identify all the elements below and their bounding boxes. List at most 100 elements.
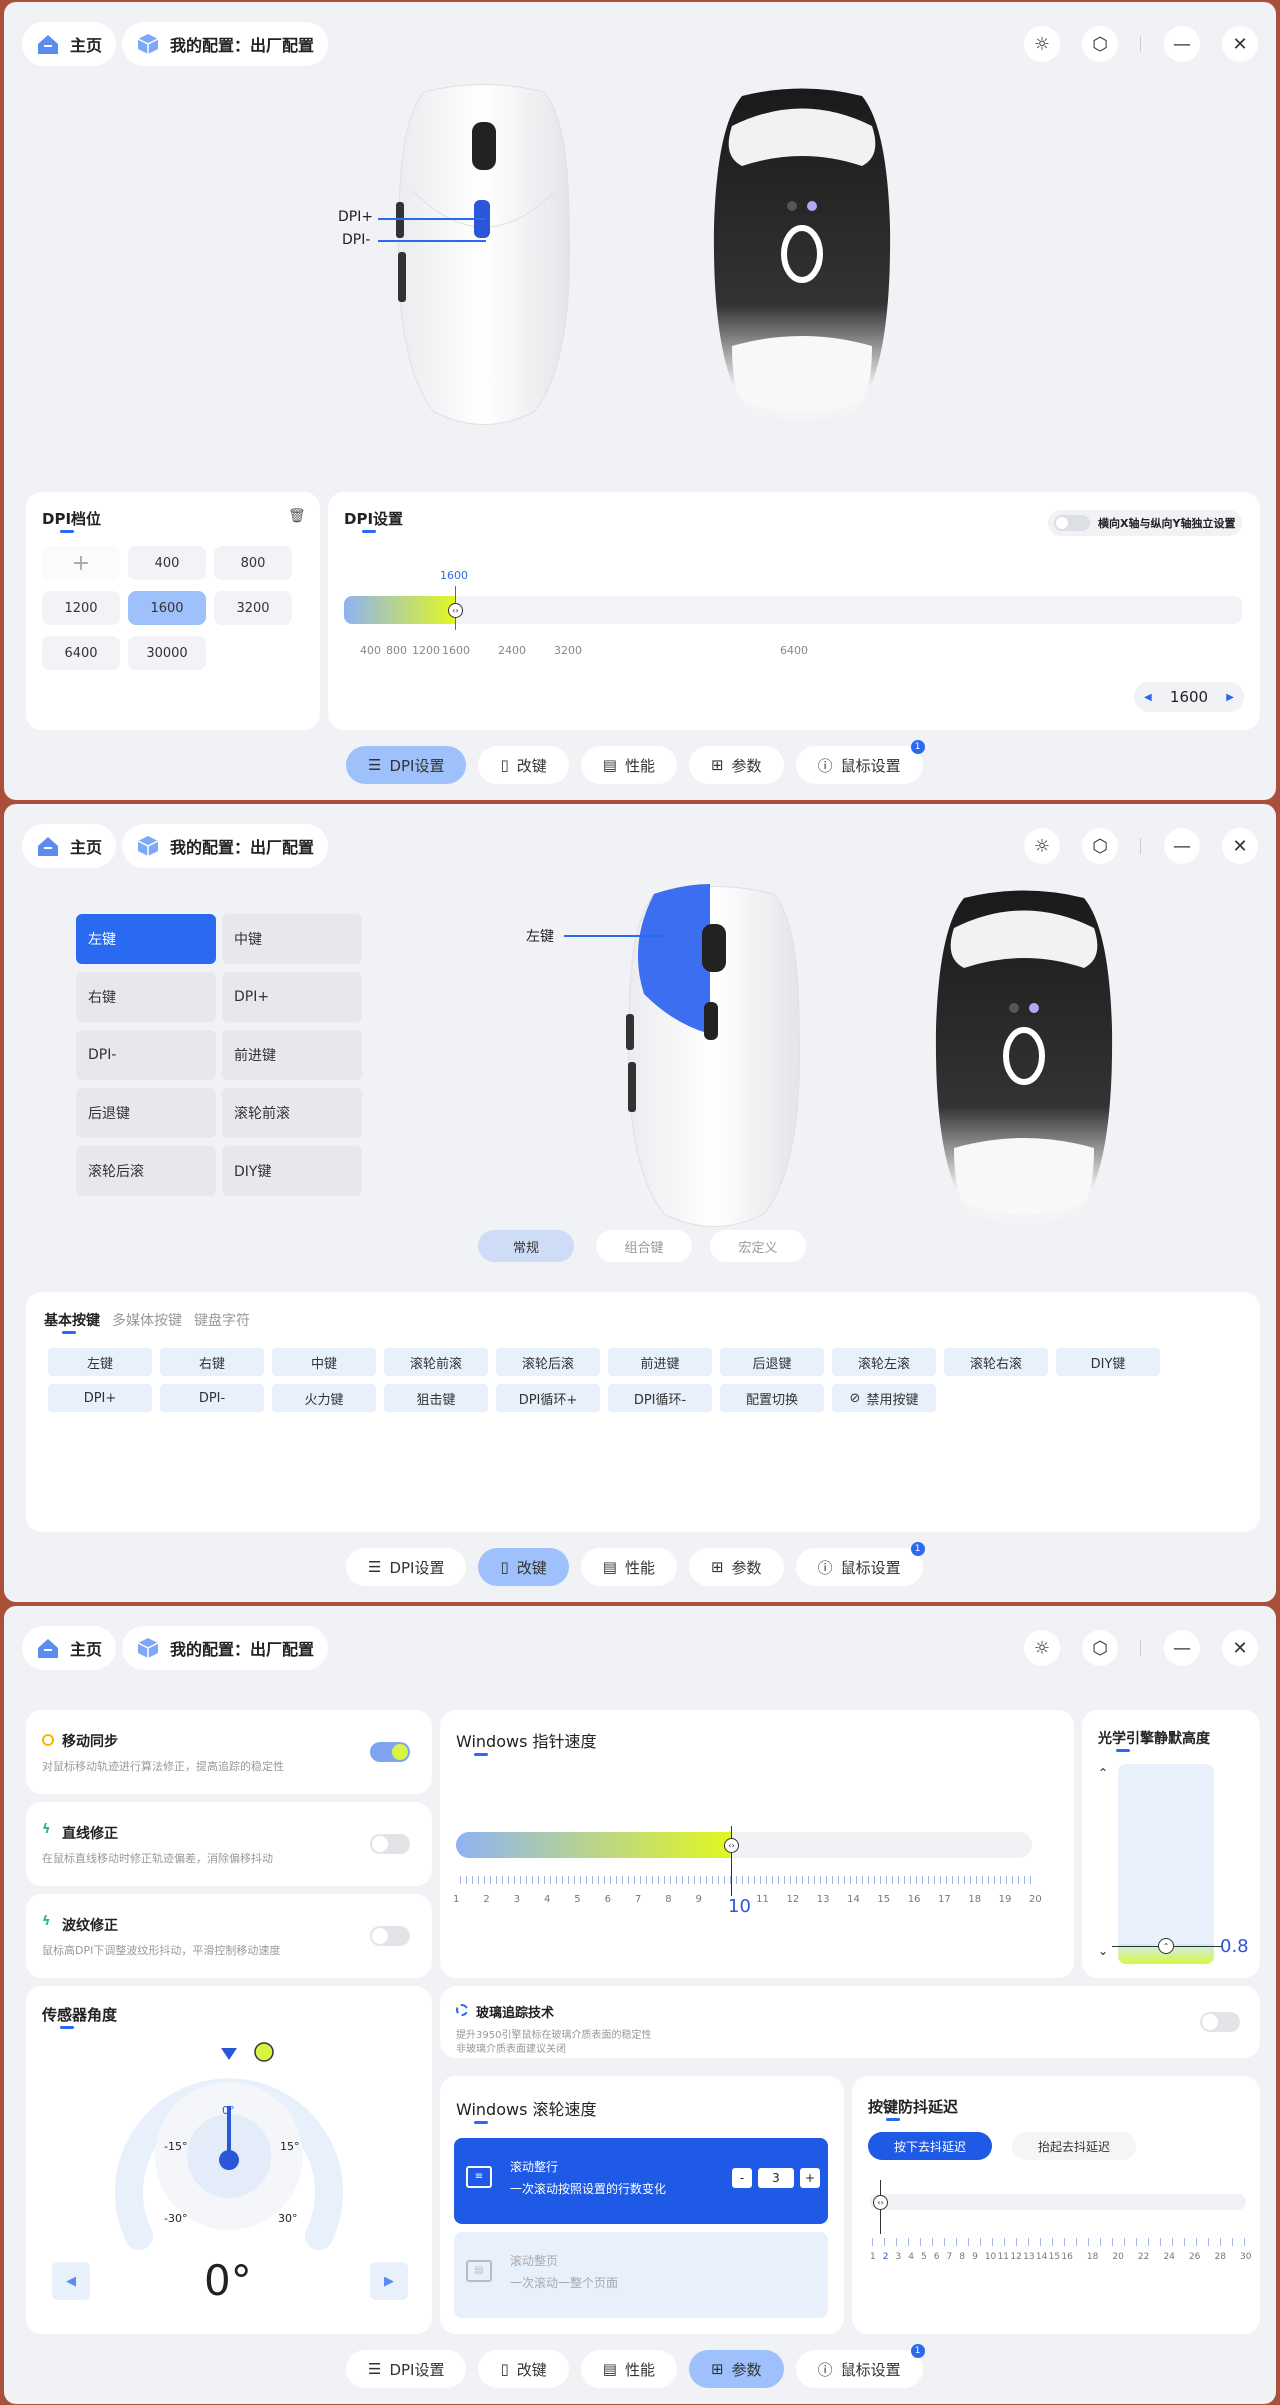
pointer-speed-handle[interactable]: ‹› <box>724 1838 739 1853</box>
nav-mouse-settings[interactable]: ⓘ 鼠标设置 1 <box>795 2344 925 2388</box>
nav-performance[interactable]: ▤ 性能 <box>580 2350 677 2388</box>
func-key[interactable]: DPI循环- <box>608 1384 712 1412</box>
nav-mouse-settings[interactable]: ⓘ 鼠标设置 1 <box>795 740 925 784</box>
key-dpi-plus[interactable]: DPI+ <box>222 972 362 1022</box>
add-dpi-button[interactable]: + <box>42 546 120 580</box>
home-button[interactable]: 主页 <box>22 1626 117 1670</box>
dpi-increase-icon[interactable]: ▶ <box>1226 692 1234 703</box>
func-key[interactable]: 滚轮后滚 <box>496 1348 600 1376</box>
func-tab-keyboard[interactable]: 键盘字符 <box>194 1310 250 1330</box>
glass-toggle[interactable] <box>1200 2012 1240 2032</box>
func-key[interactable]: 配置切换 <box>720 1384 824 1412</box>
scroll-lines-value[interactable]: 3 <box>758 2168 794 2188</box>
dpi-decrease-icon[interactable]: ◀ <box>1144 692 1152 703</box>
lod-up-icon[interactable]: ⌃ <box>1098 1766 1108 1780</box>
nav-remap[interactable]: ▯ 改键 <box>478 746 569 784</box>
home-button[interactable]: 主页 <box>22 824 117 868</box>
func-tab-basic[interactable]: 基本按键 <box>44 1310 100 1334</box>
debounce-handle[interactable]: ‹› <box>873 2195 888 2210</box>
lod-handle[interactable]: ⌃ <box>1158 1938 1174 1954</box>
angle-left-button[interactable]: ◀ <box>52 2262 90 2300</box>
debounce-release-tab[interactable]: 抬起去抖延迟 <box>1012 2132 1136 2160</box>
mode-macro[interactable]: 宏定义 <box>710 1230 806 1262</box>
func-key[interactable]: DPI- <box>160 1384 264 1412</box>
dpi-level-400[interactable]: 400 <box>128 546 206 580</box>
nav-performance[interactable]: ▤ 性能 <box>580 746 677 784</box>
lod-track[interactable] <box>1118 1764 1214 1964</box>
nav-dpi[interactable]: ☰ DPI设置 <box>346 746 467 784</box>
key-scroll-down[interactable]: 滚轮后滚 <box>76 1146 216 1196</box>
config-selector[interactable]: 我的配置：出厂配置 <box>122 1626 329 1670</box>
motion-sync-toggle[interactable] <box>370 1742 410 1762</box>
xy-toggle[interactable] <box>1054 515 1090 531</box>
dpi-level-3200[interactable]: 3200 <box>214 591 292 625</box>
trash-icon[interactable]: 🗑 <box>288 508 306 524</box>
nav-mouse-settings[interactable]: ⓘ 鼠标设置 1 <box>795 1542 925 1586</box>
func-key[interactable]: 右键 <box>160 1348 264 1376</box>
func-key[interactable]: DPI循环+ <box>496 1384 600 1412</box>
theme-icon[interactable]: ☼ <box>1024 828 1060 864</box>
func-key[interactable]: 左键 <box>48 1348 152 1376</box>
mode-combo[interactable]: 组合键 <box>596 1230 692 1262</box>
func-key[interactable]: 滚轮前滚 <box>384 1348 488 1376</box>
key-left[interactable]: 左键 <box>76 914 216 964</box>
dpi-level-6400[interactable]: 6400 <box>42 636 120 670</box>
angle-snap-toggle[interactable] <box>370 1834 410 1854</box>
theme-icon[interactable]: ☼ <box>1024 26 1060 62</box>
debounce-track[interactable] <box>870 2194 1246 2210</box>
key-back[interactable]: 后退键 <box>76 1088 216 1138</box>
key-diy[interactable]: DIY键 <box>222 1146 362 1196</box>
func-key[interactable]: DIY键 <box>1056 1348 1160 1376</box>
nav-remap[interactable]: ▯ 改键 <box>478 1548 569 1586</box>
func-tab-media[interactable]: 多媒体按键 <box>112 1310 182 1330</box>
dpi-level-800[interactable]: 800 <box>214 546 292 580</box>
key-middle[interactable]: 中键 <box>222 914 362 964</box>
nav-params[interactable]: ⊞ 参数 <box>688 746 784 784</box>
scroll-plus-button[interactable]: + <box>800 2168 820 2188</box>
key-dpi-minus[interactable]: DPI- <box>76 1030 216 1080</box>
dpi-stepper[interactable]: ◀ 1600 ▶ <box>1134 682 1244 712</box>
nav-dpi[interactable]: ☰ DPI设置 <box>346 2350 467 2388</box>
close-icon[interactable]: ✕ <box>1222 828 1258 864</box>
settings-icon[interactable]: ⬡ <box>1082 828 1118 864</box>
func-key-disable[interactable]: ⊘ 禁用按键 <box>832 1384 936 1412</box>
scroll-minus-button[interactable]: - <box>732 2168 752 2188</box>
minimize-icon[interactable]: — <box>1164 828 1200 864</box>
key-forward[interactable]: 前进键 <box>222 1030 362 1080</box>
dpi-level-30000[interactable]: 30000 <box>128 636 206 670</box>
xy-independent-box[interactable]: 横向X轴与纵向Y轴独立设置 <box>1048 510 1242 536</box>
config-selector[interactable]: 我的配置：出厂配置 <box>122 824 329 868</box>
nav-remap[interactable]: ▯ 改键 <box>478 2350 569 2388</box>
mode-normal[interactable]: 常规 <box>478 1230 574 1262</box>
config-selector[interactable]: 我的配置：出厂配置 <box>122 22 329 66</box>
dpi-level-1600[interactable]: 1600 <box>128 591 206 625</box>
nav-params[interactable]: ⊞ 参数 <box>688 1548 784 1586</box>
debounce-press-tab[interactable]: 按下去抖延迟 <box>868 2132 992 2160</box>
settings-icon[interactable]: ⬡ <box>1082 1630 1118 1666</box>
func-key[interactable]: 中键 <box>272 1348 376 1376</box>
func-key[interactable]: 滚轮右滚 <box>944 1348 1048 1376</box>
nav-performance[interactable]: ▤ 性能 <box>580 1548 677 1586</box>
minimize-icon[interactable]: — <box>1164 1630 1200 1666</box>
func-key[interactable]: 前进键 <box>608 1348 712 1376</box>
home-button[interactable]: 主页 <box>22 22 117 66</box>
func-key[interactable]: DPI+ <box>48 1384 152 1412</box>
func-key[interactable]: 火力键 <box>272 1384 376 1412</box>
dpi-slider-track[interactable] <box>344 596 1242 624</box>
nav-dpi[interactable]: ☰ DPI设置 <box>346 1548 467 1586</box>
theme-icon[interactable]: ☼ <box>1024 1630 1060 1666</box>
func-key[interactable]: 滚轮左滚 <box>832 1348 936 1376</box>
angle-right-button[interactable]: ▶ <box>370 2262 408 2300</box>
func-key[interactable]: 狙击键 <box>384 1384 488 1412</box>
dpi-level-1200[interactable]: 1200 <box>42 591 120 625</box>
dpi-slider-handle[interactable]: ‹› <box>448 603 463 618</box>
lod-down-icon[interactable]: ⌄ <box>1098 1944 1108 1958</box>
key-right[interactable]: 右键 <box>76 972 216 1022</box>
close-icon[interactable]: ✕ <box>1222 1630 1258 1666</box>
nav-params[interactable]: ⊞ 参数 <box>688 2350 784 2388</box>
close-icon[interactable]: ✕ <box>1222 26 1258 62</box>
func-key[interactable]: 后退键 <box>720 1348 824 1376</box>
settings-icon[interactable]: ⬡ <box>1082 26 1118 62</box>
ripple-toggle[interactable] <box>370 1926 410 1946</box>
minimize-icon[interactable]: — <box>1164 26 1200 62</box>
